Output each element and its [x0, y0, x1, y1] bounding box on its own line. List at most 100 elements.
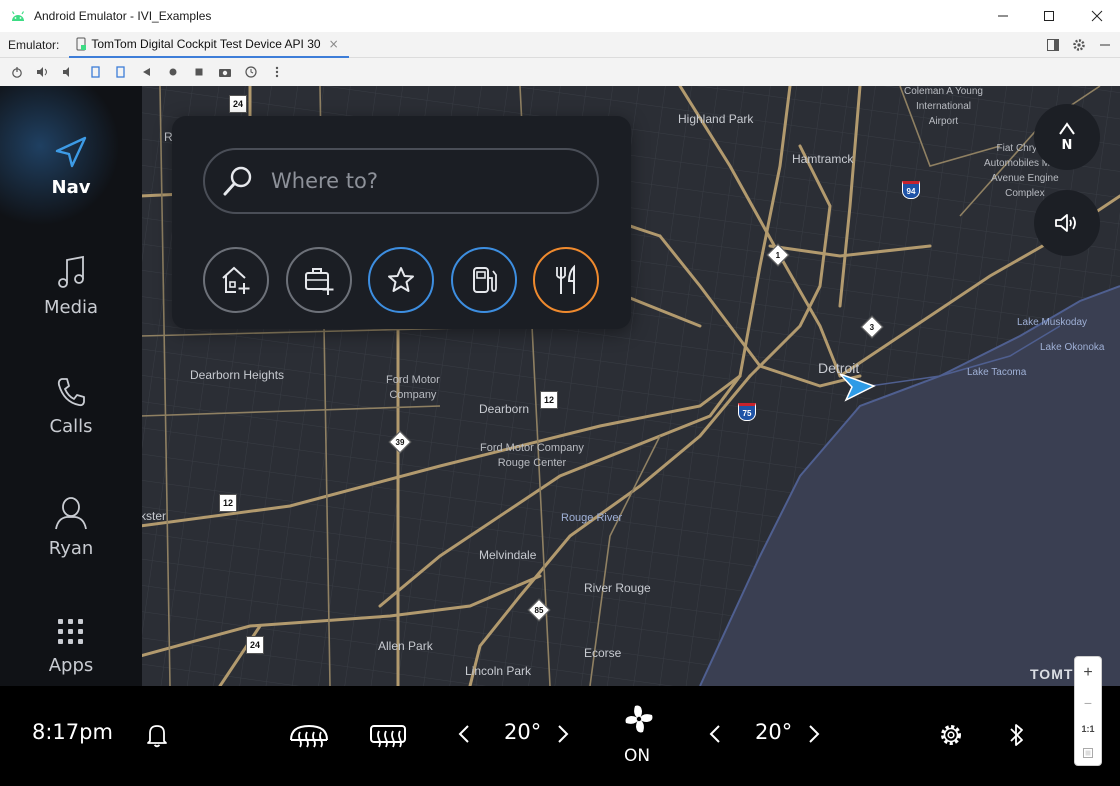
interstate-shield-94: 94 — [902, 181, 920, 199]
rail-item-media[interactable]: Media — [0, 236, 142, 336]
add-work-button[interactable] — [286, 247, 352, 313]
screenshot-button[interactable] — [214, 61, 236, 83]
map-label-ecorse: Ecorse — [584, 646, 622, 660]
route-shield-24: 24 — [246, 636, 264, 654]
map-label-hamtramck: Hamtramck — [792, 152, 854, 166]
front-defrost-button[interactable] — [288, 722, 330, 748]
tomtom-watermark: TOMT — [1030, 666, 1074, 682]
map-label-ford-rouge: Ford Motor Company Rouge Center — [480, 442, 584, 469]
fuel-station-icon — [473, 267, 497, 293]
settings-button[interactable] — [938, 722, 964, 748]
left-temp-down-button[interactable] — [456, 724, 472, 744]
right-temp-up-button[interactable] — [806, 724, 822, 744]
rail-item-apps[interactable]: Apps — [0, 596, 142, 696]
emulator-label: Emulator: — [8, 37, 60, 52]
system-bottom-bar: 8:17pm 20° ON 20° — [0, 686, 1120, 786]
notifications-button[interactable] — [144, 722, 170, 748]
map-label-lake-okonoka: Lake Okonoka — [1040, 342, 1105, 353]
overview-square-icon — [195, 68, 203, 76]
fan-icon — [625, 705, 653, 733]
bluetooth-button[interactable] — [1008, 722, 1026, 748]
zoom-fit-icon[interactable] — [1082, 747, 1094, 759]
navigation-arrow-icon — [55, 136, 87, 167]
map-zoom-control: + − 1:1 — [1074, 656, 1102, 766]
search-input[interactable]: Where to? — [203, 148, 599, 214]
maximize-button[interactable] — [1026, 0, 1072, 32]
camera-icon — [219, 69, 231, 77]
add-home-icon — [222, 266, 250, 294]
rail-label-profile: Ryan — [48, 537, 94, 559]
route-shield-24: 24 — [229, 95, 247, 113]
right-temperature: 20° — [755, 720, 793, 744]
fuel-stations-button[interactable] — [451, 247, 517, 313]
left-temperature: 20° — [504, 720, 542, 744]
zoom-in-button[interactable]: + — [1083, 664, 1092, 682]
gear-icon — [941, 725, 961, 745]
compass-button[interactable]: N — [1034, 104, 1100, 170]
minimize-icon — [998, 15, 1008, 17]
home-button[interactable] — [162, 61, 184, 83]
rotate-left-icon — [91, 66, 100, 78]
window-layout-icon[interactable] — [1046, 38, 1060, 52]
chevron-left-icon — [458, 725, 469, 743]
fan-status: ON — [624, 746, 651, 766]
svg-text:N: N — [1062, 138, 1073, 152]
rotate-right-button[interactable] — [110, 61, 132, 83]
zoom-out-button[interactable]: − — [1084, 695, 1092, 711]
rail-label-apps: Apps — [48, 654, 94, 676]
volume-up-icon — [37, 67, 47, 77]
map-label-river-rouge: River Rouge — [584, 581, 651, 595]
volume-down-button[interactable] — [58, 61, 80, 83]
bluetooth-icon — [1010, 724, 1023, 746]
rotate-left-button[interactable] — [84, 61, 106, 83]
minimize-button[interactable] — [980, 0, 1026, 32]
rail-label-calls: Calls — [49, 415, 93, 437]
window-title: Android Emulator - IVI_Examples — [34, 9, 212, 23]
fan-button[interactable] — [622, 702, 656, 736]
search-icon — [223, 166, 252, 196]
window-titlebar: Android Emulator - IVI_Examples — [0, 0, 1120, 32]
add-work-icon — [305, 268, 334, 295]
close-window-button[interactable] — [1074, 0, 1120, 32]
rail-item-calls[interactable]: Calls — [0, 356, 142, 456]
map-label-lake-tacoma: Lake Tacoma — [967, 367, 1027, 378]
zoom-reset-button[interactable]: 1:1 — [1081, 724, 1094, 734]
close-icon — [1091, 10, 1103, 22]
rail-item-profile[interactable]: Ryan — [0, 476, 142, 576]
search-placeholder: Where to? — [271, 169, 378, 193]
more-options-button[interactable] — [266, 61, 288, 83]
device-phone-icon — [76, 37, 87, 50]
rail-label-media: Media — [43, 296, 99, 318]
device-tab[interactable]: TomTom Digital Cockpit Test Device API 3… — [69, 32, 349, 58]
add-home-button[interactable] — [203, 247, 269, 313]
map-label-ford-motor-company: Ford Motor Company — [386, 374, 440, 401]
volume-up-button[interactable] — [32, 61, 54, 83]
apps-grid-icon — [58, 618, 83, 644]
bell-icon — [147, 725, 167, 748]
right-temp-down-button[interactable] — [707, 724, 723, 744]
rotate-right-icon — [116, 66, 125, 78]
phone-icon — [57, 377, 85, 406]
clock: 8:17pm — [32, 720, 113, 744]
restaurant-icon — [556, 264, 575, 294]
left-temp-up-button[interactable] — [555, 724, 571, 744]
minimize-panel-icon[interactable] — [1098, 38, 1112, 52]
snapshot-button[interactable] — [240, 61, 262, 83]
back-button[interactable] — [136, 61, 158, 83]
interstate-shield-75: 75 — [738, 403, 756, 421]
restaurants-button[interactable] — [533, 247, 599, 313]
overview-button[interactable] — [188, 61, 210, 83]
tab-close-icon[interactable]: × — [329, 37, 339, 51]
power-button[interactable] — [6, 61, 28, 83]
user-profile-icon — [55, 496, 87, 529]
rail-item-nav[interactable]: Nav — [0, 116, 142, 216]
volume-button[interactable] — [1034, 190, 1100, 256]
map-label-lincoln-park: Lincoln Park — [465, 664, 532, 678]
favorites-button[interactable] — [368, 247, 434, 313]
rear-defrost-button[interactable] — [368, 722, 408, 748]
settings-gear-icon[interactable] — [1072, 38, 1086, 52]
route-shield-12: 12 — [219, 494, 237, 512]
back-triangle-icon — [143, 68, 150, 76]
map-label-melvindale: Melvindale — [479, 548, 537, 562]
front-defrost-icon — [290, 724, 328, 748]
